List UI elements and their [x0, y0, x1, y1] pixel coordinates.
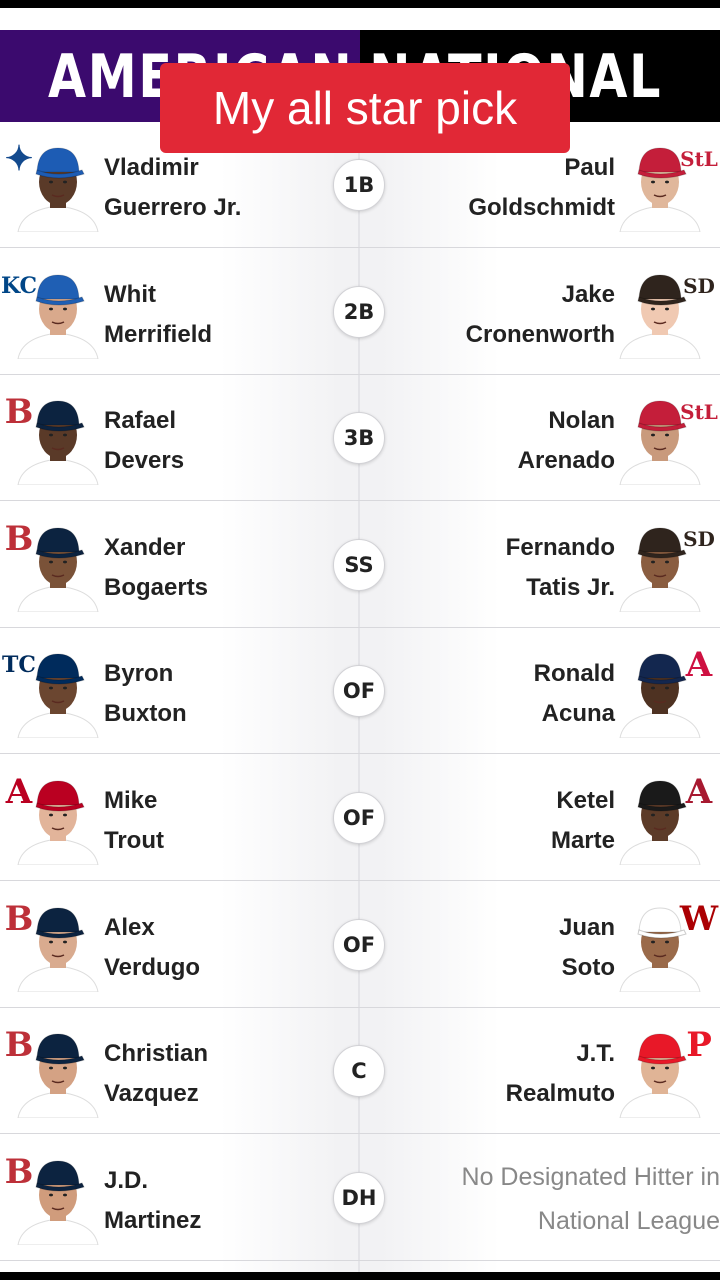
top-black-bar	[0, 0, 720, 8]
al-player-name[interactable]: Alex Verdugo	[104, 908, 200, 988]
lineup-row: B Alex Verdugo OF W Juan Soto	[0, 882, 720, 1008]
player-first-name: Fernando	[505, 533, 615, 561]
al-player-name[interactable]: Mike Trout	[104, 781, 164, 861]
player-headshot	[614, 520, 706, 612]
nl-player-name[interactable]: Paul Goldschmidt	[468, 148, 615, 228]
no-dh-line-2: National League	[537, 1206, 720, 1235]
bottom-black-bar	[0, 1272, 720, 1280]
lineup-row: B Christian Vazquez C P J.T. Realmuto	[0, 1008, 720, 1135]
lineup-row: KC Whit Merrifield 2B SD Jake Cronenworth	[0, 249, 720, 375]
position-badge: OF	[333, 792, 385, 844]
player-last-name: Buxton	[104, 700, 187, 728]
lineup-list: ✦ Vladimir Guerrero Jr. 1B StL Paul Goldschmid…	[0, 122, 720, 1272]
player-last-name: Goldschmidt	[468, 194, 615, 221]
player-first-name: Vladimir	[104, 154, 199, 181]
player-first-name: Rafael	[104, 407, 177, 435]
player-last-name: Acuna	[541, 700, 615, 728]
al-player-name[interactable]: Whit Merrifield	[104, 275, 212, 355]
player-headshot	[12, 267, 104, 359]
al-player-name[interactable]: Xander Bogaerts	[104, 528, 208, 608]
player-last-name: Arenado	[517, 447, 615, 475]
player-last-name: Trout	[104, 827, 164, 854]
nl-player-name[interactable]: Fernando Tatis Jr.	[506, 528, 615, 608]
top-spacer	[0, 8, 720, 30]
player-first-name: J.D.	[104, 1166, 149, 1194]
player-headshot	[614, 267, 706, 359]
player-last-name: Merrifield	[104, 320, 213, 348]
nl-player-name[interactable]: Jake Cronenworth	[466, 275, 615, 355]
al-player-name[interactable]: Byron Buxton	[104, 654, 187, 734]
no-dh-note: No Designated Hitter in National League	[462, 1155, 720, 1243]
nl-player-name[interactable]: Ronald Acuna	[534, 654, 615, 734]
al-player-name[interactable]: Christian Vazquez	[104, 1034, 208, 1114]
caption-banner: My all star pick	[160, 63, 570, 153]
position-badge: OF	[333, 918, 385, 971]
player-last-name: Guerrero Jr.	[104, 194, 242, 221]
player-first-name: Xander	[104, 533, 186, 561]
player-first-name: Paul	[564, 154, 615, 181]
player-last-name: Verdugo	[104, 953, 201, 981]
position-badge: SS	[333, 538, 385, 591]
player-headshot	[614, 1026, 706, 1119]
player-headshot	[12, 646, 104, 739]
player-headshot	[12, 520, 104, 612]
player-headshot	[614, 900, 706, 992]
player-last-name: Tatis Jr.	[526, 573, 615, 601]
nl-player-name[interactable]: Ketel Marte	[551, 781, 615, 861]
position-badge: C	[333, 1045, 385, 1098]
player-headshot	[614, 773, 706, 865]
player-headshot	[12, 773, 104, 865]
lineup-row: B Rafael Devers 3B StL Nolan Arenado	[0, 375, 720, 502]
no-dh-line-1: No Designated Hitter in	[461, 1162, 720, 1191]
position-badge: OF	[333, 665, 385, 718]
player-last-name: Cronenworth	[465, 320, 615, 348]
nl-player-name[interactable]: Juan Soto	[559, 908, 615, 988]
player-headshot	[614, 140, 706, 232]
player-last-name: Soto	[561, 953, 615, 981]
position-badge: DH	[333, 1171, 385, 1224]
player-last-name: Marte	[550, 827, 615, 854]
player-headshot	[12, 393, 104, 486]
player-headshot	[12, 900, 104, 992]
nl-player-name[interactable]: J.T. Realmuto	[506, 1034, 615, 1114]
player-first-name: Ronald	[533, 660, 615, 688]
player-first-name: Alex	[104, 913, 155, 941]
lineup-row: TC Byron Buxton OF A Ronald Acuna	[0, 628, 720, 755]
lineup-row: B J.D. Martinez DH No Designated Hitter in Na…	[0, 1135, 720, 1261]
player-headshot	[12, 140, 104, 232]
player-first-name: J.T.	[576, 1040, 615, 1068]
player-first-name: Whit	[104, 280, 156, 308]
player-last-name: Vazquez	[104, 1080, 199, 1108]
player-headshot	[614, 393, 706, 486]
lineup-row: A Mike Trout OF A Ketel Marte	[0, 755, 720, 881]
player-first-name: Juan	[558, 913, 615, 941]
player-last-name: Devers	[104, 447, 185, 475]
player-first-name: Ketel	[556, 787, 615, 814]
player-first-name: Nolan	[548, 407, 615, 435]
player-last-name: Bogaerts	[104, 573, 209, 601]
player-last-name: Realmuto	[505, 1080, 615, 1108]
al-player-name[interactable]: Vladimir Guerrero Jr.	[104, 148, 241, 228]
player-first-name: Mike	[104, 787, 158, 814]
player-first-name: Byron	[104, 660, 174, 688]
al-player-name[interactable]: J.D. Martinez	[104, 1161, 201, 1241]
nl-player-name[interactable]: Nolan Arenado	[518, 401, 615, 481]
position-badge: 1B	[333, 159, 385, 211]
position-badge: 3B	[333, 412, 385, 465]
player-headshot	[614, 646, 706, 739]
player-headshot	[12, 1153, 104, 1245]
position-badge: 2B	[333, 285, 385, 338]
player-headshot	[12, 1026, 104, 1119]
lineup-row: B Xander Bogaerts SS SD Fernando Tatis Jr.	[0, 502, 720, 628]
player-first-name: Christian	[104, 1040, 209, 1068]
player-last-name: Martinez	[104, 1206, 202, 1234]
player-first-name: Jake	[561, 280, 615, 308]
al-player-name[interactable]: Rafael Devers	[104, 401, 184, 481]
